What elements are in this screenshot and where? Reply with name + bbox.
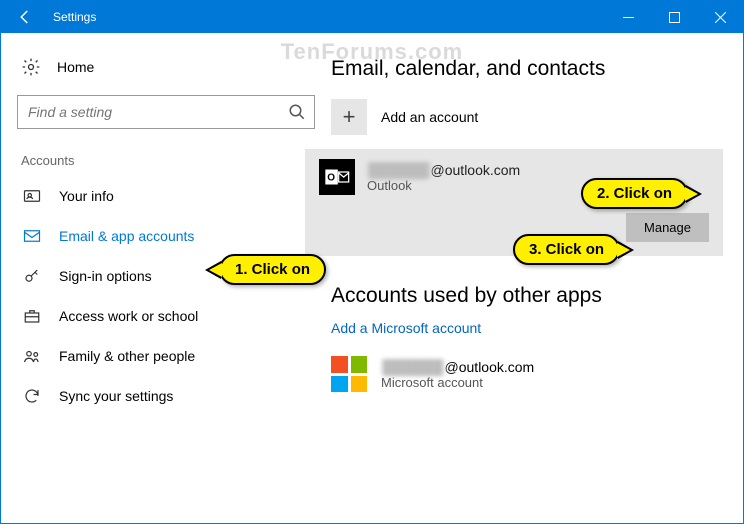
titlebar: Settings [1,1,743,33]
account-email: ██████@outlook.com [367,162,520,178]
svg-text:O: O [327,172,335,183]
back-button[interactable] [1,1,49,33]
maximize-button[interactable] [651,1,697,33]
annotation-callout-1: 1. Click on [219,254,326,285]
sidebar-item-access-work-school[interactable]: Access work or school [15,296,317,336]
search-input[interactable] [17,95,315,129]
sidebar-item-label: Email & app accounts [59,228,194,244]
ms-account-email: ██████@outlook.com [381,359,534,375]
section-title-email: Email, calendar, and contacts [331,57,727,81]
add-microsoft-account-link[interactable]: Add a Microsoft account [331,320,481,336]
category-label: Accounts [15,147,317,176]
sidebar-item-family-people[interactable]: Family & other people [15,336,317,376]
account-provider: Outlook [367,178,520,193]
ms-account-type: Microsoft account [381,375,534,390]
section-title-other-apps: Accounts used by other apps [331,284,727,308]
briefcase-icon [23,307,41,325]
search-icon [288,103,306,121]
sidebar-item-sync-settings[interactable]: Sync your settings [15,376,317,416]
sidebar-item-label: Your info [59,188,114,204]
sidebar-item-label: Family & other people [59,348,195,364]
microsoft-logo-icon [331,356,367,392]
search-field[interactable] [28,104,288,120]
people-icon [23,347,41,365]
outlook-icon: O [319,159,355,195]
annotation-callout-3: 3. Click on [513,234,620,265]
sidebar-item-label: Sync your settings [59,388,173,404]
key-icon [23,267,41,285]
add-account-button[interactable]: + Add an account [331,99,727,135]
sidebar-item-email-app-accounts[interactable]: Email & app accounts [15,216,317,256]
manage-button[interactable]: Manage [626,213,709,242]
close-button[interactable] [697,1,743,33]
minimize-button[interactable] [605,1,651,33]
mail-icon [23,227,41,245]
add-account-label: Add an account [381,109,478,125]
microsoft-account-item[interactable]: ██████@outlook.com Microsoft account [331,356,727,392]
sidebar-item-your-info[interactable]: Your info [15,176,317,216]
sidebar-item-label: Access work or school [59,308,198,324]
sync-icon [23,387,41,405]
annotation-callout-2: 2. Click on [581,178,688,209]
sidebar-item-label: Sign-in options [59,268,152,284]
plus-icon: + [331,99,367,135]
home-label: Home [57,59,94,75]
main-panel: Email, calendar, and contacts + Add an a… [331,33,743,523]
home-nav[interactable]: Home [15,51,317,91]
gear-icon [21,57,41,77]
person-card-icon [23,187,41,205]
window-title: Settings [49,10,96,24]
